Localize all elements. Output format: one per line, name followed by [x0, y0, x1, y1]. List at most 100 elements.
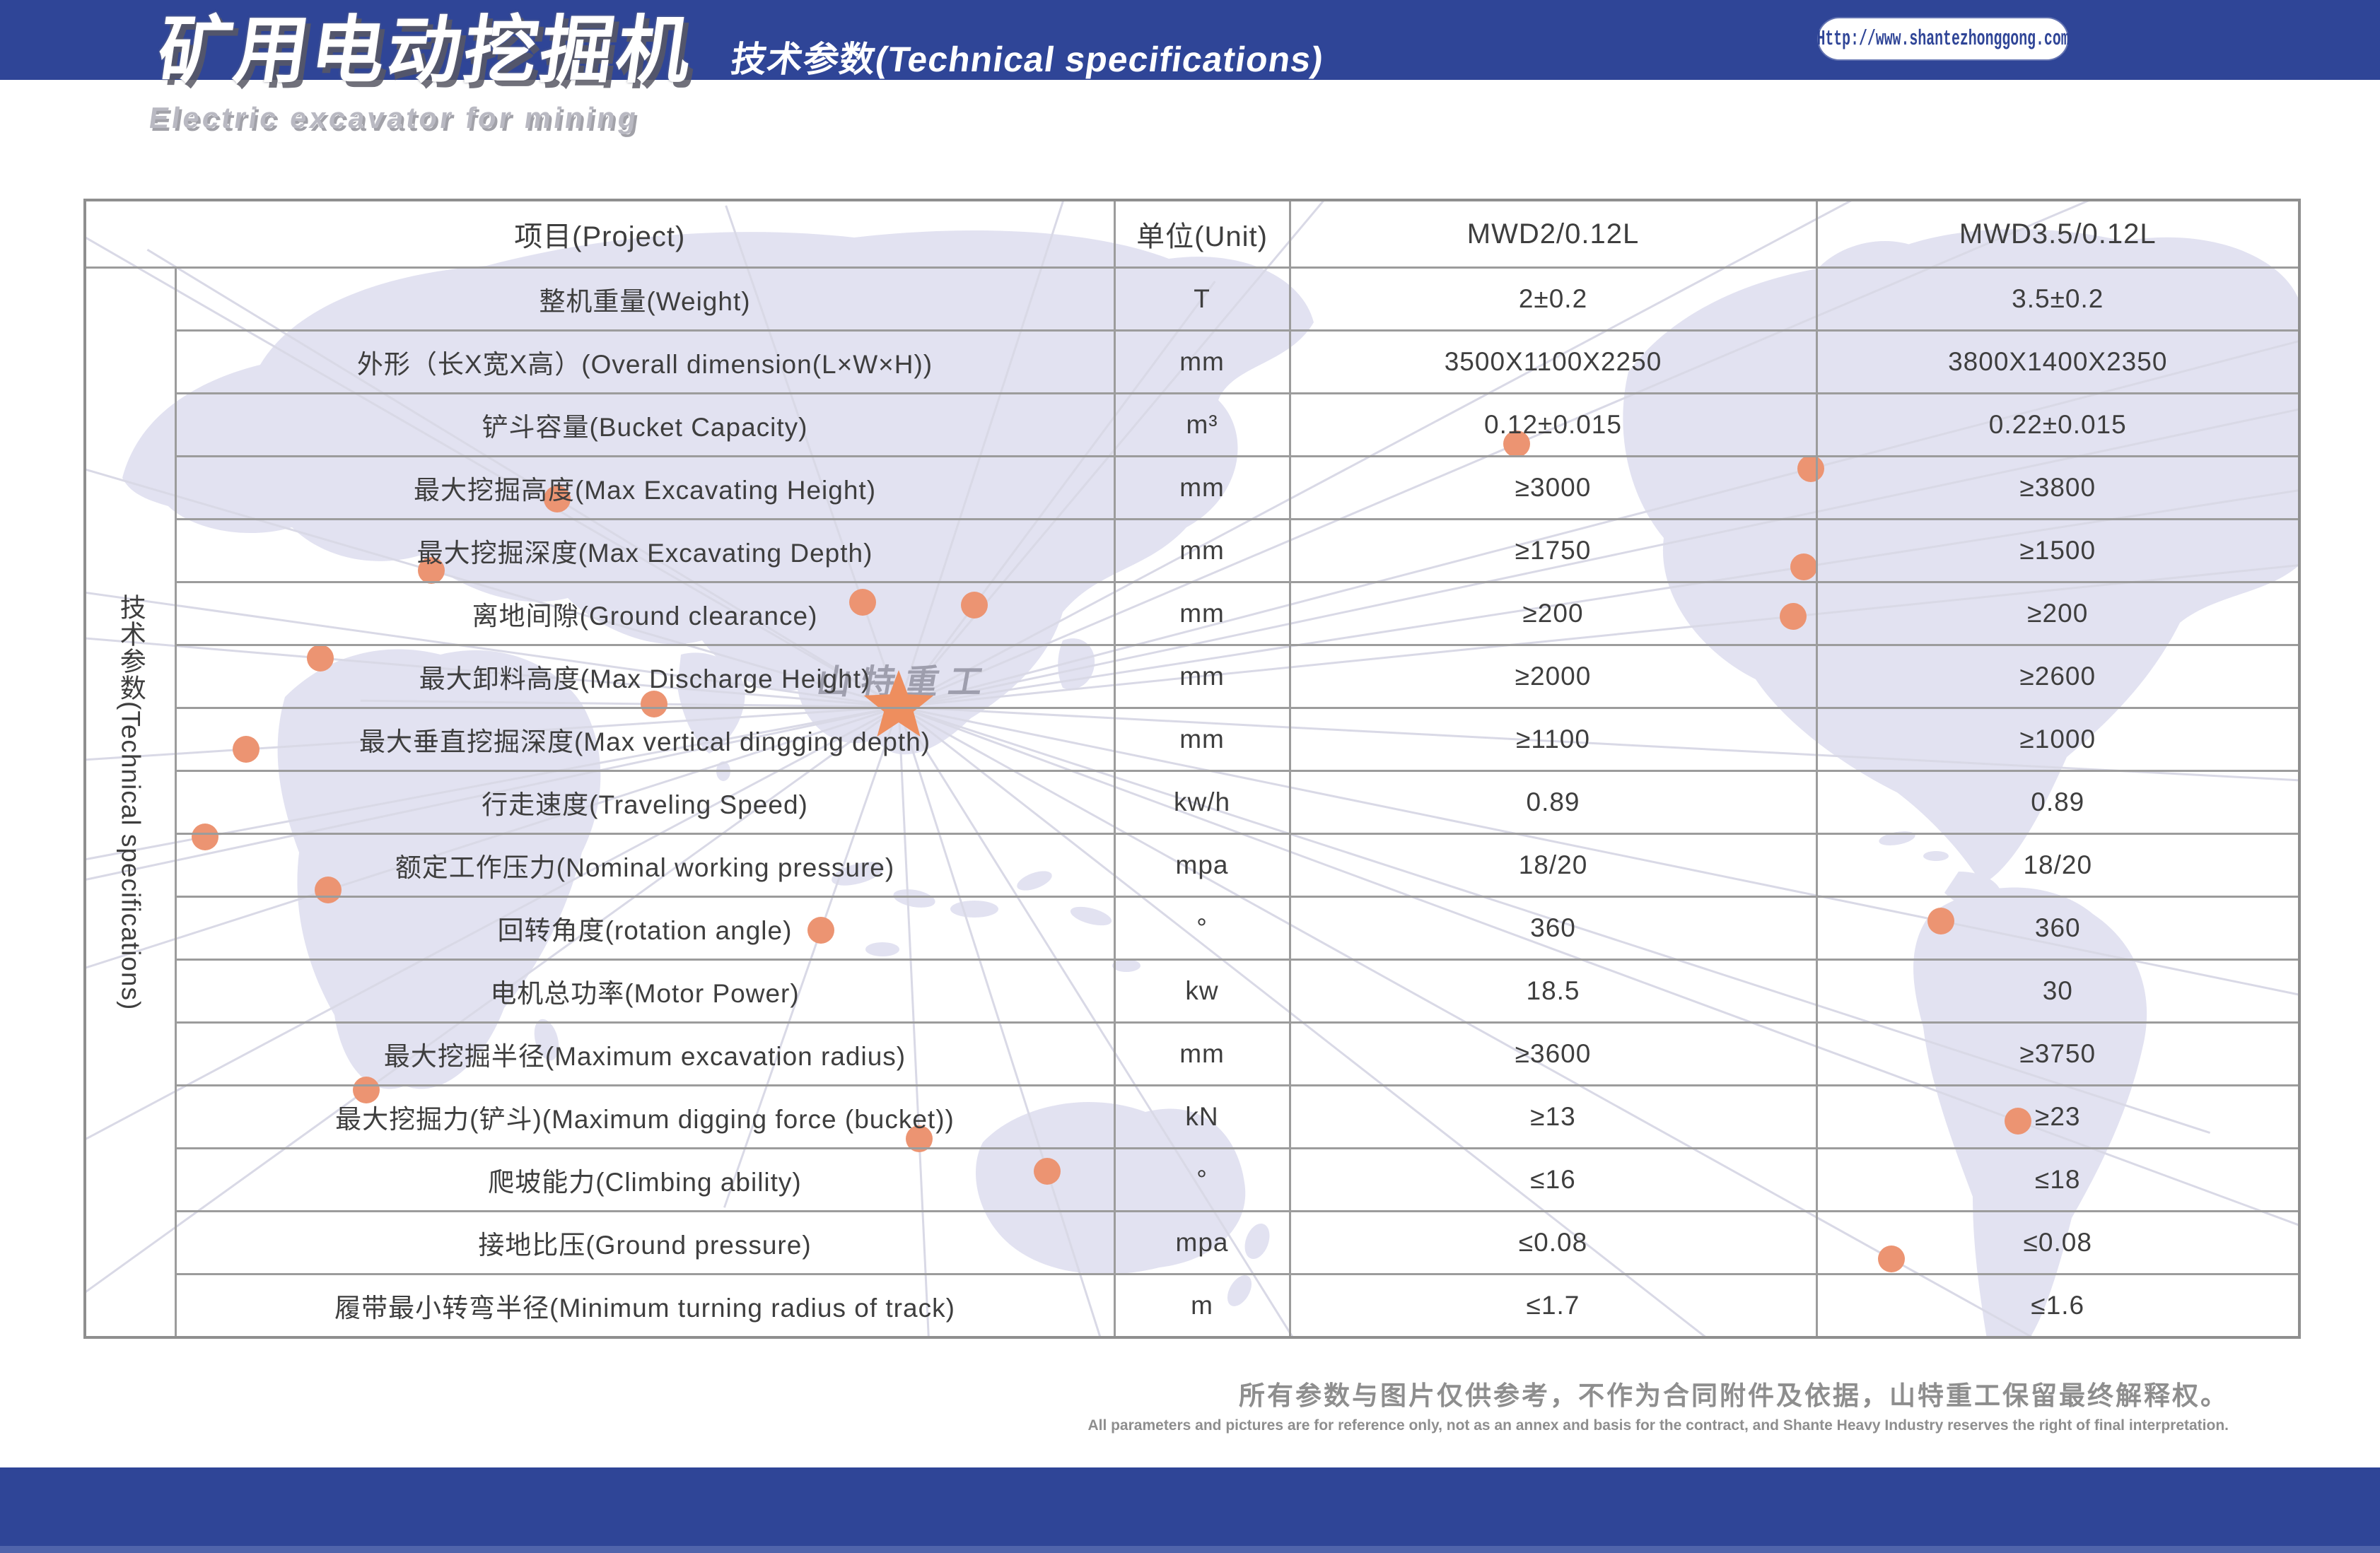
value-mwd2: ≥2000: [1288, 643, 1818, 709]
bottom-banner: [0, 1467, 2380, 1553]
value-mwd35: ≥1000: [1815, 706, 2301, 772]
value-mwd2: ≤16: [1288, 1147, 1818, 1212]
param-label: 爬坡能力(Climbing ability): [174, 1147, 1116, 1212]
param-unit: m: [1113, 1272, 1291, 1339]
param-unit: mm: [1113, 517, 1291, 583]
col-header-model-mwd2: MWD2/0.12L: [1288, 199, 1818, 269]
param-unit: mm: [1113, 455, 1291, 520]
logo-chinese-title: 矿用电动挖掘机: [153, 10, 699, 92]
spec-row: 履带最小转弯半径(Minimum turning radius of track…: [85, 1272, 2301, 1339]
param-unit: mm: [1113, 643, 1291, 709]
value-mwd2: ≥13: [1288, 1084, 1818, 1149]
spec-row: 离地间隙(Ground clearance) mm ≥200 ≥200: [85, 580, 2301, 646]
website-url-pill[interactable]: Http://www.shantezhonggong.com: [1816, 18, 2070, 59]
value-mwd2: ≥1750: [1288, 517, 1818, 583]
param-label: 最大挖掘半径(Maximum excavation radius): [174, 1021, 1116, 1086]
param-unit: kw/h: [1113, 769, 1291, 835]
website-url-text: Http://www.shantezhonggong.com: [1816, 26, 2070, 52]
page-title: 技术参数(Technical specifications): [728, 40, 1326, 79]
value-mwd2: 0.12±0.015: [1288, 392, 1818, 457]
value-mwd35: ≥3800: [1815, 455, 2301, 520]
value-mwd35: ≥1500: [1815, 517, 2301, 583]
param-label: 电机总功率(Motor Power): [174, 958, 1116, 1024]
param-label: 额定工作压力(Nominal working pressure): [174, 832, 1116, 898]
disclaimer-chinese: 所有参数与图片仅供参考，不作为合同附件及依据，山特重工保留最终解释权。: [1239, 1381, 2229, 1410]
value-mwd2: 0.89: [1288, 769, 1818, 835]
logo-english-subtitle: Electric excavator for mining: [146, 101, 641, 135]
param-label: 回转角度(rotation angle): [174, 895, 1116, 961]
value-mwd2: ≤1.7: [1288, 1272, 1818, 1339]
param-label: 最大垂直挖掘深度(Max vertical dingging depth): [174, 706, 1116, 772]
spec-row: 最大卸料高度(Max Discharge Height) mm ≥2000 ≥2600: [85, 643, 2301, 709]
spec-row: 爬坡能力(Climbing ability) ° ≤16 ≤18: [85, 1147, 2301, 1212]
spec-row: 最大垂直挖掘深度(Max vertical dingging depth) mm ≥…: [85, 706, 2301, 772]
spec-row: 接地比压(Ground pressure) mpa ≤0.08 ≤0.08: [85, 1209, 2301, 1275]
col-header-unit: 单位(Unit): [1113, 199, 1291, 269]
col-header-project: 项目(Project): [83, 199, 1116, 269]
spec-row: 最大挖掘深度(Max Excavating Depth) mm ≥1750 ≥1500: [85, 517, 2301, 583]
param-label: 履带最小转弯半径(Minimum turning radius of track…: [174, 1272, 1116, 1339]
value-mwd35: ≥3750: [1815, 1021, 2301, 1086]
spec-row: 电机总功率(Motor Power) kw 18.5 30: [85, 958, 2301, 1024]
param-label: 最大挖掘高度(Max Excavating Height): [174, 455, 1116, 520]
disclaimer: 所有参数与图片仅供参考，不作为合同附件及依据，山特重工保留最终解释权。 All …: [1087, 1374, 2229, 1434]
param-label: 行走速度(Traveling Speed): [174, 769, 1116, 835]
value-mwd2: ≥200: [1288, 580, 1818, 646]
value-mwd2: ≥3600: [1288, 1021, 1818, 1086]
spec-row: 行走速度(Traveling Speed) kw/h 0.89 0.89: [85, 769, 2301, 835]
value-mwd35: ≥200: [1815, 580, 2301, 646]
disclaimer-english: All parameters and pictures are for refe…: [1087, 1417, 2229, 1434]
spec-row: 技术参数(Technical specifications) 整机重量(Weigh…: [83, 266, 2301, 1339]
spec-row: 回转角度(rotation angle) ° 360 360: [85, 895, 2301, 961]
param-unit: m³: [1113, 392, 1291, 457]
spec-row: 额定工作压力(Nominal working pressure) mpa 18/20…: [85, 832, 2301, 898]
value-mwd35: 3.5±0.2: [1815, 266, 2301, 332]
spec-row: 最大挖掘力(铲斗)(Maximum digging force (bucket)…: [85, 1084, 2301, 1149]
value-mwd2: 3500X1100X2250: [1288, 329, 1818, 394]
value-mwd2: 18/20: [1288, 832, 1818, 898]
value-mwd35: 360: [1815, 895, 2301, 961]
brand-logo: 矿用电动挖掘机 Electric excavator for mining: [147, 3, 700, 135]
col-header-model-mwd35: MWD3.5/0.12L: [1815, 199, 2301, 269]
value-mwd35: ≤1.6: [1815, 1272, 2301, 1339]
param-unit: mpa: [1113, 832, 1291, 898]
side-vertical-label: 技术参数(Technical specifications): [83, 266, 177, 1339]
value-mwd35: 30: [1815, 958, 2301, 1024]
bottom-accent-strip: [0, 1546, 2380, 1553]
param-unit: mpa: [1113, 1209, 1291, 1275]
value-mwd2: ≥3000: [1288, 455, 1818, 520]
param-unit: kN: [1113, 1084, 1291, 1149]
value-mwd2: 2±0.2: [1288, 266, 1818, 332]
param-unit: mm: [1113, 706, 1291, 772]
param-label: 最大挖掘力(铲斗)(Maximum digging force (bucket)…: [174, 1084, 1116, 1149]
spec-header-row: 项目(Project) 单位(Unit) MWD2/0.12L MWD3.5/0…: [83, 199, 2301, 269]
value-mwd2: ≤0.08: [1288, 1209, 1818, 1275]
value-mwd35: ≤18: [1815, 1147, 2301, 1212]
spec-row: 最大挖掘半径(Maximum excavation radius) mm ≥3600…: [85, 1021, 2301, 1086]
spec-table-body: 技术参数(Technical specifications) 整机重量(Weigh…: [83, 266, 2301, 1339]
value-mwd35: ≥23: [1815, 1084, 2301, 1149]
value-mwd35: 3800X1400X2350: [1815, 329, 2301, 394]
param-unit: mm: [1113, 580, 1291, 646]
value-mwd35: ≤0.08: [1815, 1209, 2301, 1275]
param-unit: T: [1113, 266, 1291, 332]
param-unit: mm: [1113, 1021, 1291, 1086]
param-unit: mm: [1113, 329, 1291, 394]
param-unit: °: [1113, 895, 1291, 961]
param-unit: kw: [1113, 958, 1291, 1024]
spec-table: 项目(Project) 单位(Unit) MWD2/0.12L MWD3.5/0…: [83, 199, 2302, 1339]
value-mwd35: ≥2600: [1815, 643, 2301, 709]
param-label: 离地间隙(Ground clearance): [174, 580, 1116, 646]
param-label: 接地比压(Ground pressure): [174, 1209, 1116, 1275]
spec-table-area: 山特重工 项目(Project) 单位(Unit) MWD2/0.12L MWD…: [83, 199, 2302, 1339]
param-label: 最大卸料高度(Max Discharge Height): [174, 643, 1116, 709]
param-label: 铲斗容量(Bucket Capacity): [174, 392, 1116, 457]
param-label: 外形（长X宽X高）(Overall dimension(L×W×H)): [174, 329, 1116, 394]
value-mwd2: 360: [1288, 895, 1818, 961]
param-label: 最大挖掘深度(Max Excavating Depth): [174, 517, 1116, 583]
spec-row: 铲斗容量(Bucket Capacity) m³ 0.12±0.015 0.22±0.…: [85, 392, 2301, 457]
param-unit: °: [1113, 1147, 1291, 1212]
value-mwd35: 0.22±0.015: [1815, 392, 2301, 457]
value-mwd35: 18/20: [1815, 832, 2301, 898]
value-mwd2: ≥1100: [1288, 706, 1818, 772]
